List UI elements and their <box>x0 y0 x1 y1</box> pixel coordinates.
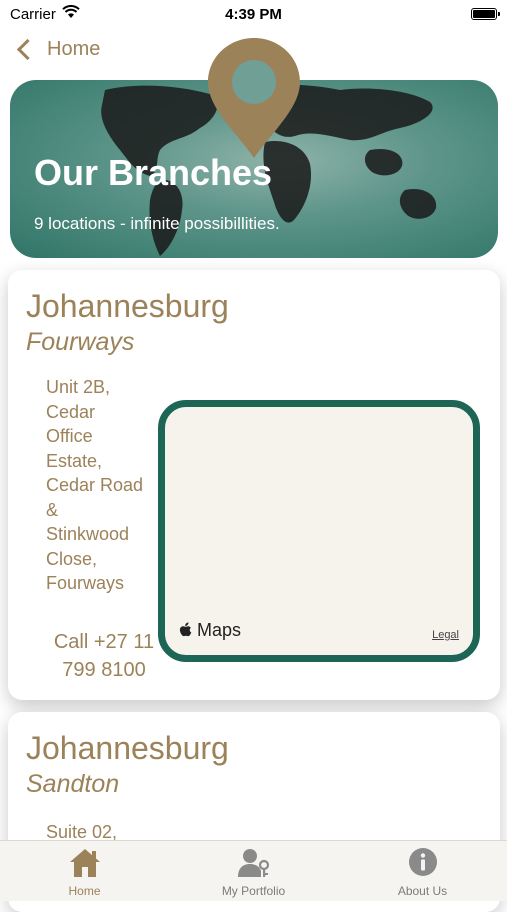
phone-line: 799 8100 <box>62 659 146 681</box>
address-line: & <box>46 499 59 520</box>
address-line: Stinkwood <box>46 524 130 544</box>
chevron-left-icon <box>16 38 39 61</box>
back-button-label: Home <box>47 38 101 60</box>
phone-line: Call +27 11 <box>53 631 155 653</box>
apple-maps-attribution: Maps <box>179 620 241 641</box>
branch-suburb: Sandton <box>26 770 120 798</box>
branch-address: Unit 2B, Cedar Office Estate, Cedar Road… <box>46 375 156 596</box>
page-subtitle: 9 locations - infinite possibillities. <box>34 214 280 233</box>
branch-map[interactable]: Maps Legal <box>158 400 480 662</box>
tab-bar: Home My Portfolio About Us <box>0 840 507 901</box>
back-button[interactable]: Home <box>14 38 100 61</box>
tab-label: My Portfolio <box>221 884 286 898</box>
tab-my-portfolio[interactable]: My Portfolio <box>169 841 338 901</box>
tab-label: Home <box>68 884 101 898</box>
apple-logo-icon <box>179 622 192 637</box>
status-time: 4:39 PM <box>225 6 282 23</box>
tab-about-us[interactable]: About Us <box>338 841 507 901</box>
address-line: Estate, <box>46 450 103 471</box>
tab-home[interactable]: Home <box>0 841 169 901</box>
call-branch-link[interactable]: Call +27 11 799 8100 <box>44 628 164 684</box>
home-icon <box>69 849 100 877</box>
address-line: Fourways <box>46 573 125 593</box>
tab-label: About Us <box>397 884 448 898</box>
address-line: Unit 2B, <box>46 377 111 397</box>
address-line: Cedar Road <box>46 475 144 495</box>
maps-label: Maps <box>197 620 242 640</box>
info-icon <box>408 848 437 876</box>
legal-link[interactable]: Legal <box>432 629 459 641</box>
address-line: Cedar <box>46 401 96 422</box>
portfolio-icon <box>237 849 269 877</box>
battery-icon <box>471 8 500 20</box>
location-pin-icon <box>208 38 300 158</box>
branch-city: Johannesburg <box>26 288 229 324</box>
address-line: Close, <box>46 548 98 569</box>
branch-suburb: Fourways <box>26 328 135 356</box>
branch-city: Johannesburg <box>26 730 229 766</box>
status-bar: Carrier 4:39 PM <box>0 0 507 30</box>
address-line: Office <box>46 426 93 446</box>
branch-card: Johannesburg Fourways Unit 2B, Cedar Off… <box>8 270 500 700</box>
